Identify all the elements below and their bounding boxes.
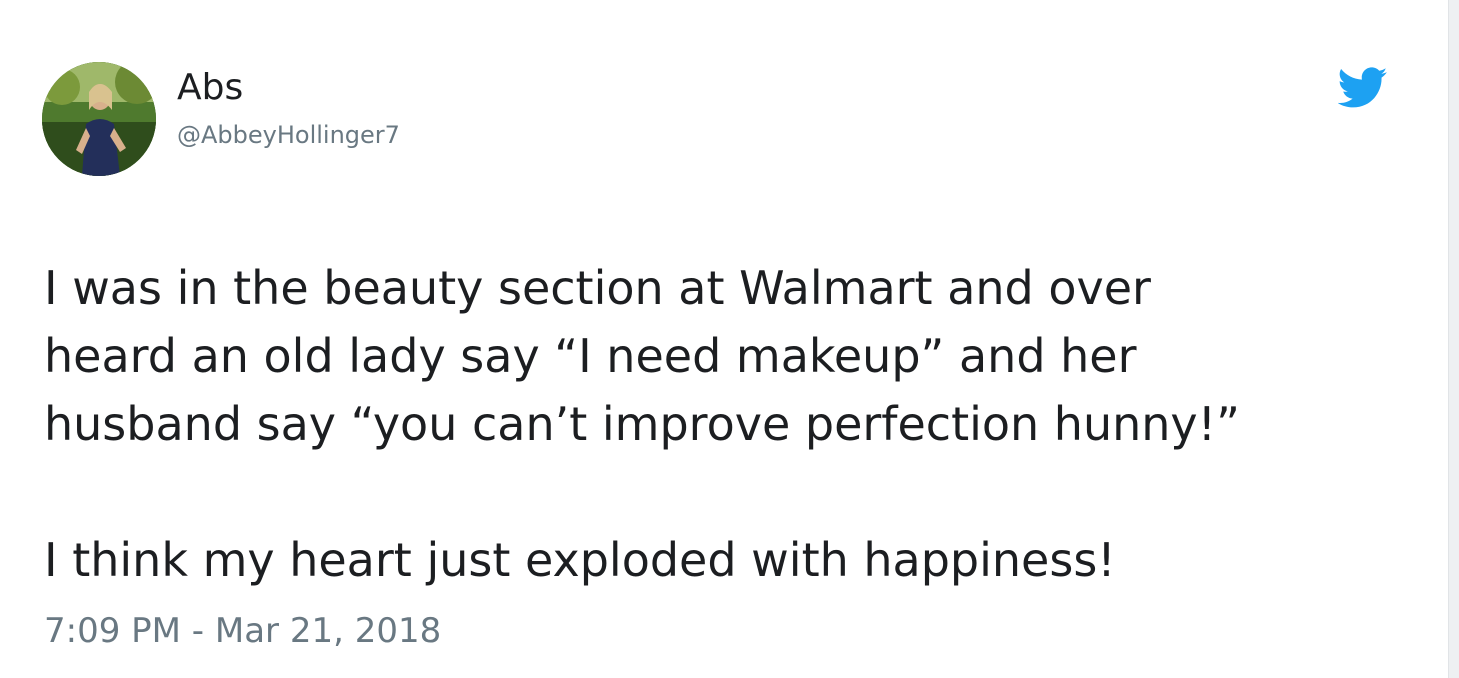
user-handle[interactable]: @AbbeyHollinger7 [177,120,400,150]
display-name[interactable]: Abs [177,66,243,110]
avatar-image [42,62,156,176]
card-edge [1448,0,1459,678]
twitter-bird-icon[interactable] [1337,67,1388,109]
tweet-card: Abs @AbbeyHollinger7 I was in the beauty… [0,0,1449,678]
tweet-paragraph: I was in the beauty section at Walmart a… [44,261,1240,451]
avatar[interactable] [42,62,156,176]
tweet-timestamp[interactable]: 7:09 PM - Mar 21, 2018 [44,610,441,652]
tweet-paragraph: I think my heart just exploded with happ… [44,533,1116,587]
tweet-text: I was in the beauty section at Walmart a… [44,254,1404,594]
